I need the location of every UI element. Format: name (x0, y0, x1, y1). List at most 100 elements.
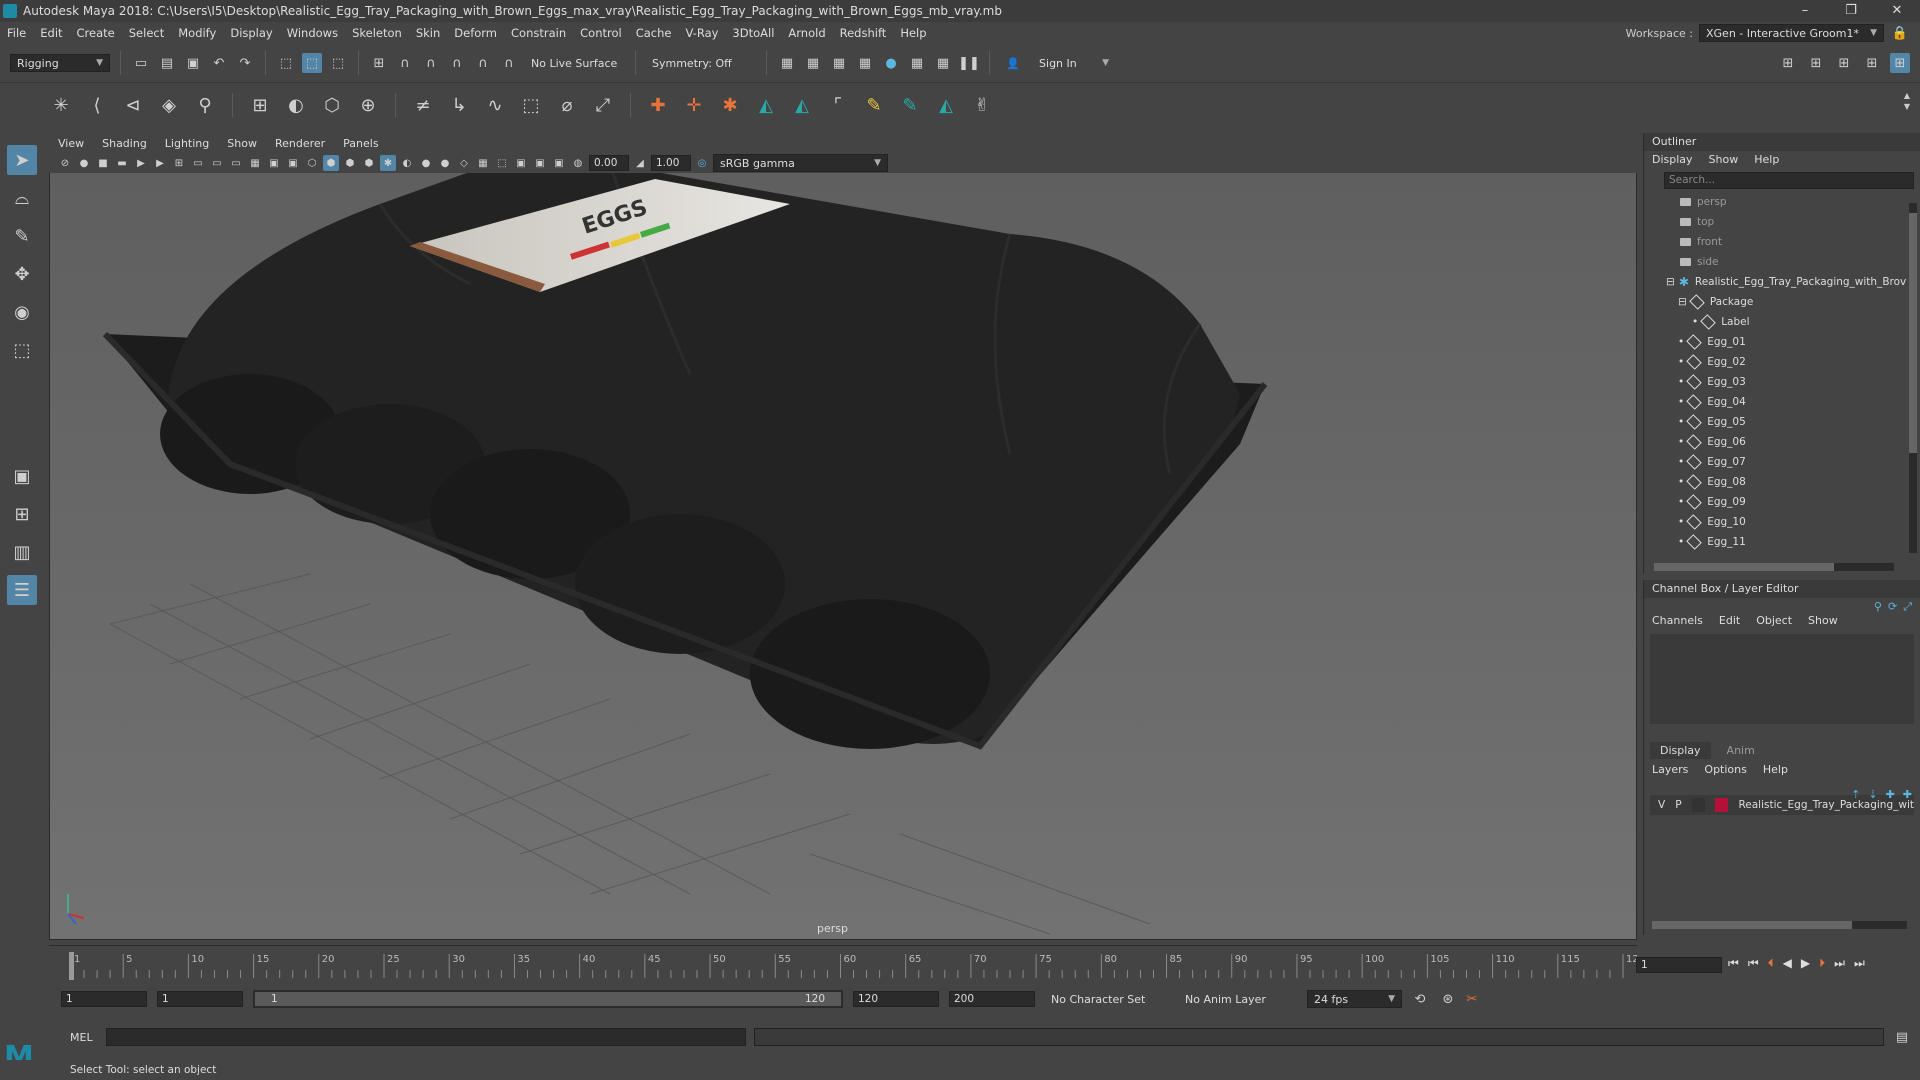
outliner-item-egg[interactable]: • Egg_05 (1648, 412, 1920, 432)
viewport-menu-view[interactable]: View (49, 137, 93, 150)
close-button[interactable]: ✕ (1874, 0, 1920, 22)
outliner-item-persp[interactable]: persp (1648, 192, 1920, 212)
aim-constraint-icon[interactable]: ✛ (681, 92, 707, 118)
blend-shape-icon[interactable]: ⤢ (590, 92, 616, 118)
vray-render-icon[interactable]: ▦ (907, 53, 927, 73)
animation-end-field[interactable]: 200 (949, 991, 1035, 1007)
channel-box-icon-a[interactable]: ⚲ (1874, 600, 1882, 614)
vray-ipr-icon[interactable]: ▦ (933, 53, 953, 73)
outliner-item-egg[interactable]: • Egg_04 (1648, 392, 1920, 412)
scrollbar-thumb[interactable] (1654, 563, 1834, 571)
maximize-button[interactable]: ❐ (1828, 0, 1874, 22)
outliner-item-egg[interactable]: • Egg_07 (1648, 452, 1920, 472)
hik-icon[interactable]: ✱ (717, 92, 743, 118)
paint-effects-icon[interactable]: ✎ (897, 92, 923, 118)
outliner-item-egg[interactable]: • Egg_11 (1648, 532, 1920, 552)
sign-in-dropdown[interactable]: 👤 Sign In ▼ (1000, 54, 1115, 72)
modeling-toolkit-icon[interactable]: ⊞ (1778, 53, 1798, 73)
current-frame-field[interactable]: 1 (1636, 957, 1722, 973)
menu-modify[interactable]: Modify (171, 26, 223, 40)
outliner-item-egg[interactable]: • Egg_02 (1648, 352, 1920, 372)
channel-box-icon-c[interactable]: ⤢ (1903, 600, 1912, 614)
ik-handle-icon[interactable]: ⟨ (84, 92, 110, 118)
outliner-item-egg[interactable]: • Egg_08 (1648, 472, 1920, 492)
undo-icon[interactable]: ↶ (209, 53, 229, 73)
channel-box-icon[interactable]: ⊞ (1862, 53, 1882, 73)
go-to-start-icon[interactable]: ⏮ (1728, 956, 1739, 971)
outliner-layout-icon[interactable]: ☰ (7, 575, 37, 605)
outliner-item-top[interactable]: top (1648, 212, 1920, 232)
select-component-icon[interactable]: ⬚ (328, 53, 348, 73)
live-surface-dropdown[interactable]: No Live Surface (525, 54, 625, 72)
script-editor-icon[interactable]: ▤ (1892, 1027, 1912, 1047)
viewport-menu-renderer[interactable]: Renderer (266, 137, 334, 150)
two-view-icon[interactable]: ▥ (7, 537, 37, 567)
outliner-item-side[interactable]: side (1648, 252, 1920, 272)
symmetry-dropdown[interactable]: Symmetry: Off (646, 54, 756, 72)
layer-menu-help[interactable]: Help (1763, 763, 1788, 777)
loop-icon[interactable]: ⟲ (1410, 989, 1430, 1009)
snap-grid-icon[interactable]: ⊞ (369, 53, 389, 73)
anim-layer-dropdown[interactable]: No Anim Layer (1179, 990, 1299, 1008)
screen-space-ao-icon[interactable]: ● (418, 155, 434, 171)
smooth-shade-icon[interactable]: ⬢ (323, 155, 339, 171)
field-chart-icon[interactable]: ▦ (247, 155, 263, 171)
menu-constrain[interactable]: Constrain (504, 26, 573, 40)
menu-skin[interactable]: Skin (409, 26, 447, 40)
menu-display[interactable]: Display (223, 26, 279, 40)
pose-icon[interactable]: ✌ (969, 92, 995, 118)
textured-icon[interactable]: ⬢ (361, 155, 377, 171)
menu-windows[interactable]: Windows (280, 26, 345, 40)
point-constraint-icon[interactable]: ✚ (645, 92, 671, 118)
grease-pencil-icon[interactable]: ▶ (152, 155, 168, 171)
bookmark-icon[interactable]: ■ (95, 155, 111, 171)
current-frame-marker[interactable] (69, 952, 74, 980)
play-forward-icon[interactable]: ▶ (1801, 956, 1810, 971)
scale-tool-icon[interactable]: ⬚ (7, 335, 37, 365)
animation-preferences-icon[interactable]: ✂ (1462, 989, 1482, 1009)
image-plane-icon[interactable]: ▬ (114, 155, 130, 171)
move-layer-up-icon[interactable]: ⇡ (1851, 788, 1860, 801)
render-view-icon[interactable]: ▦ (777, 53, 797, 73)
isolate-select-icon[interactable]: ⬚ (494, 155, 510, 171)
lock-icon[interactable]: 🔒 (1890, 23, 1910, 43)
layer-playback-toggle[interactable]: P (1675, 799, 1681, 811)
fps-dropdown[interactable]: 24 fps ▼ (1307, 990, 1402, 1008)
channel-box-icon-b[interactable]: ⟳ (1888, 600, 1897, 614)
channel-menu-show[interactable]: Show (1808, 614, 1838, 628)
go-to-end-icon[interactable]: ⏭ (1854, 956, 1865, 971)
render-settings-icon[interactable]: ▦ (855, 53, 875, 73)
menu-cache[interactable]: Cache (629, 26, 679, 40)
move-tool-icon[interactable]: ✥ (7, 259, 37, 289)
outliner-horizontal-scrollbar[interactable] (1654, 563, 1894, 571)
bend-icon[interactable]: ↳ (446, 92, 472, 118)
snap-view-icon[interactable]: ∩ (447, 53, 467, 73)
scrollbar-thumb[interactable] (1909, 213, 1917, 453)
outliner-item-egg[interactable]: • Egg_01 (1648, 332, 1920, 352)
xray-components-icon[interactable]: ▣ (551, 155, 567, 171)
layer-scrollbar[interactable] (1652, 921, 1907, 929)
sculpt-icon[interactable]: ⌀ (554, 92, 580, 118)
exposure-field[interactable]: 0.00 (589, 155, 629, 171)
ik-spline-icon[interactable]: ⊲ (120, 92, 146, 118)
new-scene-icon[interactable]: ▭ (131, 53, 151, 73)
open-scene-icon[interactable]: ▤ (157, 53, 177, 73)
viewport-menu-shading[interactable]: Shading (93, 137, 156, 150)
maya-fk-icon[interactable]: ◭ (789, 92, 815, 118)
time-slider[interactable]: 1 5 10 15 20 25 30 35 40 45 50 55 60 65 70 75 80 85 90 95 10… (49, 945, 1645, 981)
xray-joints-icon[interactable]: ▣ (532, 155, 548, 171)
maya-ik-icon[interactable]: ◭ (753, 92, 779, 118)
step-back-key-icon[interactable]: ⏮ (1748, 956, 1759, 971)
outliner-item-egg[interactable]: • Egg_03 (1648, 372, 1920, 392)
single-view-icon[interactable]: ▣ (7, 461, 37, 491)
save-scene-icon[interactable]: ▣ (183, 53, 203, 73)
play-backward-icon[interactable]: ◀ (1783, 956, 1792, 971)
channel-menu-channels[interactable]: Channels (1652, 614, 1703, 628)
viewport-menu-show[interactable]: Show (218, 137, 266, 150)
snap-curve-icon[interactable]: ∩ (395, 53, 415, 73)
use-all-lights-icon[interactable]: ✱ (380, 155, 396, 171)
menu-skeleton[interactable]: Skeleton (345, 26, 409, 40)
character-set-dropdown[interactable]: No Character Set (1045, 990, 1175, 1008)
menu-arnold[interactable]: Arnold (781, 26, 832, 40)
outliner-item-egg[interactable]: • Egg_06 (1648, 432, 1920, 452)
